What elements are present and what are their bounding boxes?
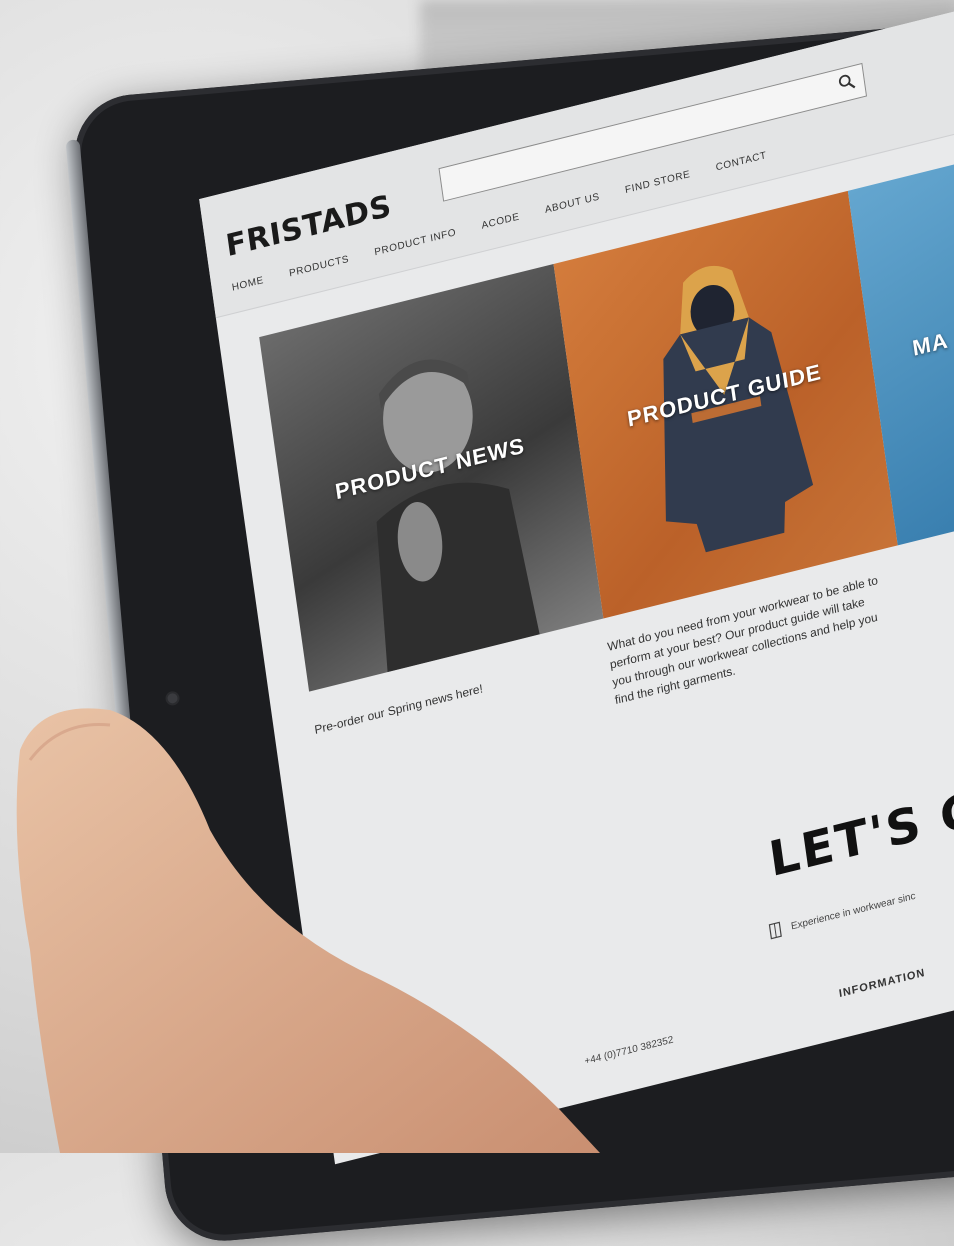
information-heading: INFORMATION <box>838 966 927 1001</box>
nav-acode[interactable]: ACODE <box>481 211 520 231</box>
nav-home[interactable]: HOME <box>231 275 264 294</box>
headline: LET'S G <box>765 780 954 889</box>
hand-photo <box>16 708 600 1153</box>
nav-products[interactable]: PRODUCTS <box>289 254 350 280</box>
experience-text: Experience in workwear sinc <box>790 890 917 933</box>
nav-about-us[interactable]: ABOUT US <box>544 192 600 216</box>
experience-row: Experience in workwear sinc <box>768 888 916 940</box>
workwear-icon <box>768 921 782 940</box>
product-guide-tile[interactable]: PRODUCT GUIDE <box>553 190 898 619</box>
nav-find-store[interactable]: FIND STORE <box>624 169 691 196</box>
search-icon[interactable] <box>837 71 857 93</box>
nav-product-info[interactable]: PRODUCT INFO <box>374 227 457 258</box>
nav-contact[interactable]: CONTACT <box>715 150 767 173</box>
next-tile-label: MA <box>910 327 950 362</box>
product-news-tile[interactable]: PRODUCT NEWS <box>259 263 604 692</box>
